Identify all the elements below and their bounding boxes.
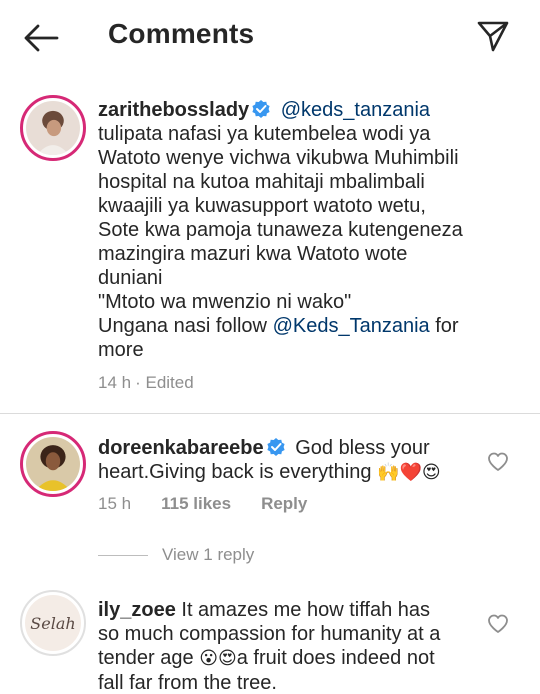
username[interactable]: doreenkabareebe — [98, 437, 264, 459]
mention-link[interactable]: @Keds_Tanzania — [273, 315, 430, 337]
comment-line: ily_zoee It amazes me how tiffah has — [98, 598, 478, 622]
page-title: Comments — [108, 18, 255, 49]
like-button[interactable] — [486, 612, 510, 636]
divider — [0, 413, 540, 414]
comment-body: tender age — [98, 647, 194, 669]
emoji-group: 🙌❤️😍 — [377, 462, 441, 483]
comment-line: more — [98, 339, 144, 361]
comment-line: Watoto wenye vichwa vikubwa Muhimbili — [98, 147, 459, 169]
follow-suffix: for — [429, 315, 459, 337]
like-button[interactable] — [486, 450, 510, 474]
emoji-group: 😮😍 — [199, 648, 237, 669]
back-button[interactable] — [18, 18, 64, 58]
comment-body: heart.Giving back is everything — [98, 461, 372, 483]
comment-body: God bless your — [295, 437, 430, 459]
avatar-photo — [26, 437, 80, 491]
comment-line: zarithebosslady @keds_tanzania — [98, 98, 518, 122]
comment-meta: 15 h 115 likes Reply — [98, 494, 307, 514]
comment-line: "Mtoto wa mwenzio ni wako" — [98, 291, 352, 313]
edited-label: · Edited — [135, 373, 194, 392]
follow-text: Ungana nasi follow — [98, 315, 273, 337]
comment-line: duniani — [98, 267, 163, 289]
reply-thread-line — [98, 554, 148, 556]
comment-line: Sote kwa pamoja tunaweza kutengeneza — [98, 219, 463, 241]
comment-line: kwaajili ya kuwasupport watoto wetu, — [98, 195, 426, 217]
comment-time: 15 h — [98, 494, 132, 513]
comment-body: a fruit does indeed not — [236, 647, 435, 669]
avatar-photo: Selah — [25, 595, 81, 651]
comment-time: 14 h — [98, 373, 132, 392]
username[interactable]: zarithebosslady — [98, 99, 249, 121]
reply-button[interactable]: Reply — [261, 494, 307, 514]
paper-plane-icon — [477, 21, 509, 52]
comment-line: doreenkabareebe God bless your — [98, 436, 478, 460]
comment: doreenkabareebe God bless your heart.Giv… — [98, 436, 478, 485]
comment-line: hospital na kutoa mahitaji mbalimbali — [98, 171, 425, 193]
comment-line: fall far from the tree. — [98, 672, 277, 694]
comment-line: tender age 😮😍a fruit does indeed not — [98, 646, 478, 671]
caption-comment: zarithebosslady @keds_tanzania tulipata … — [98, 98, 518, 362]
avatar[interactable] — [20, 431, 86, 497]
arrow-left-icon — [24, 24, 59, 52]
avatar-photo — [26, 101, 80, 155]
avatar[interactable]: Selah — [20, 590, 86, 656]
view-replies-button[interactable]: View 1 reply — [98, 545, 254, 565]
heart-icon — [488, 452, 508, 471]
top-bar: Comments — [0, 0, 540, 72]
likes-count[interactable]: 115 likes — [161, 494, 231, 514]
comment-line: heart.Giving back is everything 🙌❤️😍 — [98, 460, 478, 485]
verified-badge-icon — [252, 100, 270, 118]
avatar[interactable] — [20, 95, 86, 161]
comment-line: so much compassion for humanity at a — [98, 623, 441, 645]
avatar-logo-text: Selah — [30, 613, 76, 633]
comment-line: tulipata nafasi ya kutembelea wodi ya — [98, 123, 431, 145]
verified-badge-icon — [267, 438, 285, 456]
view-replies-label: View 1 reply — [162, 545, 255, 564]
comment-line: Ungana nasi follow @Keds_Tanzania for — [98, 314, 518, 338]
heart-icon — [488, 614, 508, 633]
share-button[interactable] — [470, 14, 516, 58]
comment-line: mazingira mazuri kwa Watoto wote — [98, 243, 408, 265]
mention-link[interactable]: @keds_tanzania — [281, 99, 430, 121]
username[interactable]: ily_zoee — [98, 599, 176, 621]
comment-body: It amazes me how tiffah has — [181, 599, 431, 621]
comment-meta: 14 h · Edited — [98, 373, 194, 393]
comment: ily_zoee It amazes me how tiffah has so … — [98, 598, 478, 694]
